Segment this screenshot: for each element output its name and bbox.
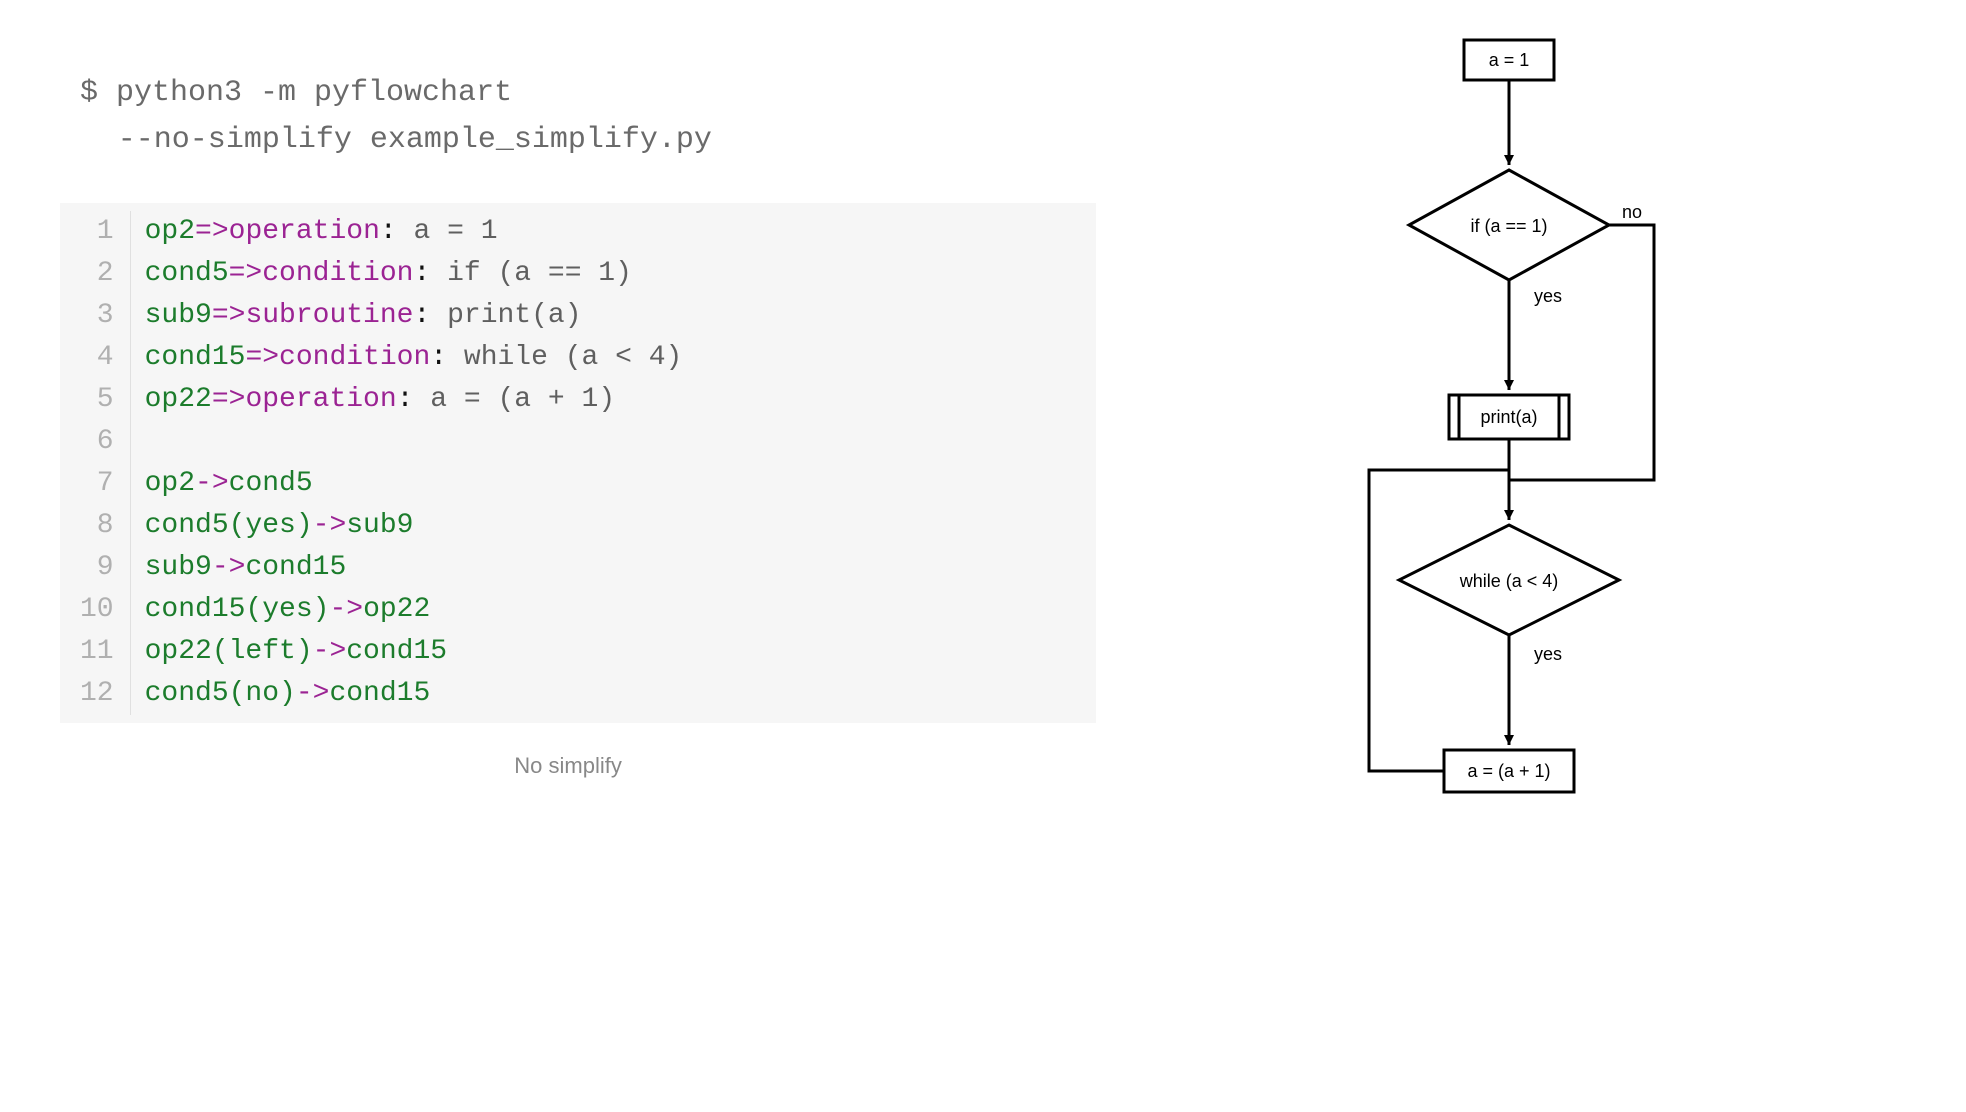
code-block: 123456789101112 op2=>operation: a = 1con…	[60, 203, 1096, 723]
line-gutter: 123456789101112	[60, 211, 131, 715]
code-line: sub9=>subroutine: print(a)	[145, 295, 683, 337]
code-line: cond15(yes)->op22	[145, 589, 683, 631]
cmd-line-1: $ python3 -m pyflowchart	[80, 76, 512, 110]
flow-node-cond15: while (a < 4)	[1459, 571, 1559, 591]
flow-node-sub9: print(a)	[1481, 407, 1538, 427]
code-line: cond15=>condition: while (a < 4)	[145, 337, 683, 379]
cond15-yes-label: yes	[1534, 644, 1562, 664]
command-block: $ python3 -m pyflowchart --no-simplify e…	[40, 70, 1096, 163]
code-line: cond5(no)->cond15	[145, 673, 683, 715]
cond5-no-label: no	[1622, 202, 1642, 222]
code-line: op2=>operation: a = 1	[145, 211, 683, 253]
code-line: sub9->cond15	[145, 547, 683, 589]
code-line: op2->cond5	[145, 463, 683, 505]
cmd-line-2: --no-simplify example_simplify.py	[80, 117, 712, 164]
code-line: op22(left)->cond15	[145, 631, 683, 673]
flow-node-op2: a = 1	[1489, 50, 1530, 70]
flowchart-diagram: a = 1 if (a == 1) yes no print(a)	[1274, 20, 1754, 840]
code-area: op2=>operation: a = 1cond5=>condition: i…	[131, 211, 703, 715]
code-line: cond5(yes)->sub9	[145, 505, 683, 547]
code-line: op22=>operation: a = (a + 1)	[145, 379, 683, 421]
flow-node-op22: a = (a + 1)	[1468, 761, 1551, 781]
code-line: cond5=>condition: if (a == 1)	[145, 253, 683, 295]
caption: No simplify	[40, 753, 1096, 779]
code-line	[145, 421, 683, 463]
cond5-yes-label: yes	[1534, 286, 1562, 306]
flow-node-cond5: if (a == 1)	[1471, 216, 1548, 236]
